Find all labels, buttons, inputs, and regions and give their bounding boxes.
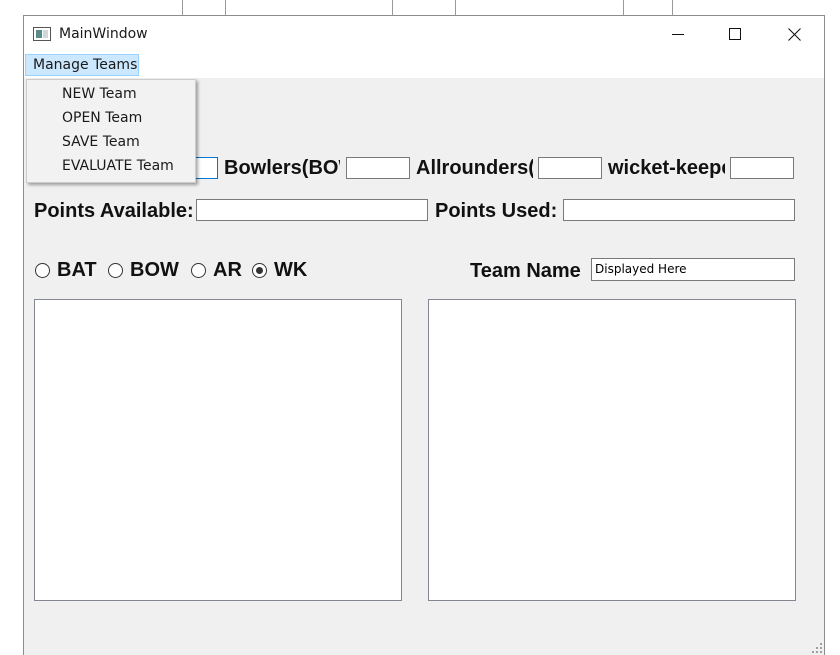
maximize-icon [729, 28, 741, 40]
close-button[interactable] [771, 16, 817, 52]
wicket-keepers-label: wicket-keepers(WK) [608, 157, 725, 179]
background-strip [0, 0, 840, 16]
allrounders-count-input[interactable] [538, 157, 602, 179]
background-divider [182, 0, 183, 16]
title-bar[interactable]: MainWindow [24, 16, 824, 52]
radio-bat[interactable] [35, 263, 50, 278]
points-used-label: Points Used: [435, 200, 558, 222]
bowlers-label: Bowlers(BOW) [224, 157, 340, 179]
background-divider [455, 0, 456, 16]
minimize-icon [672, 34, 684, 35]
points-available-input[interactable] [196, 199, 428, 221]
resize-grip-icon[interactable] [812, 643, 822, 653]
maximize-button[interactable] [712, 16, 758, 52]
team-name-input[interactable]: Displayed Here [591, 258, 795, 281]
radio-bow[interactable] [108, 263, 123, 278]
team-name-label: Team Name [470, 260, 581, 282]
available-players-list[interactable] [34, 299, 402, 601]
points-used-input[interactable] [563, 199, 795, 221]
menu-manage-teams[interactable]: Manage Teams [25, 54, 139, 76]
radio-ar-label[interactable]: AR [213, 258, 242, 282]
background-divider [392, 0, 393, 16]
window-title: MainWindow [59, 26, 148, 42]
menu-bar: Manage Teams [24, 52, 824, 78]
radio-wk[interactable] [252, 263, 267, 278]
selected-players-list[interactable] [428, 299, 796, 601]
radio-selected-dot [256, 267, 263, 274]
wicket-keepers-count-input[interactable] [730, 157, 794, 179]
background-divider [623, 0, 624, 16]
background-divider [672, 0, 673, 16]
minimize-button[interactable] [655, 16, 701, 52]
bowlers-count-input[interactable] [346, 157, 410, 179]
close-icon [787, 27, 801, 41]
main-window: MainWindow Manage Teams Bowlers(BOW) All… [23, 15, 825, 655]
points-available-label: Points Available: [34, 200, 194, 222]
radio-wk-label[interactable]: WK [274, 258, 307, 282]
manage-teams-dropdown: NEW Team OPEN Team SAVE Team EVALUATE Te… [26, 79, 196, 183]
radio-bow-label[interactable]: BOW [130, 258, 179, 282]
app-icon [33, 27, 51, 41]
radio-bat-label[interactable]: BAT [57, 258, 97, 282]
menu-item-open-team[interactable]: OPEN Team [62, 110, 142, 126]
menu-item-save-team[interactable]: SAVE Team [62, 134, 140, 150]
background-divider [225, 0, 226, 16]
allrounders-label: Allrounders(AR) [416, 157, 533, 179]
menu-item-new-team[interactable]: NEW Team [62, 86, 137, 102]
menu-item-evaluate-team[interactable]: EVALUATE Team [62, 158, 174, 174]
radio-ar[interactable] [191, 263, 206, 278]
